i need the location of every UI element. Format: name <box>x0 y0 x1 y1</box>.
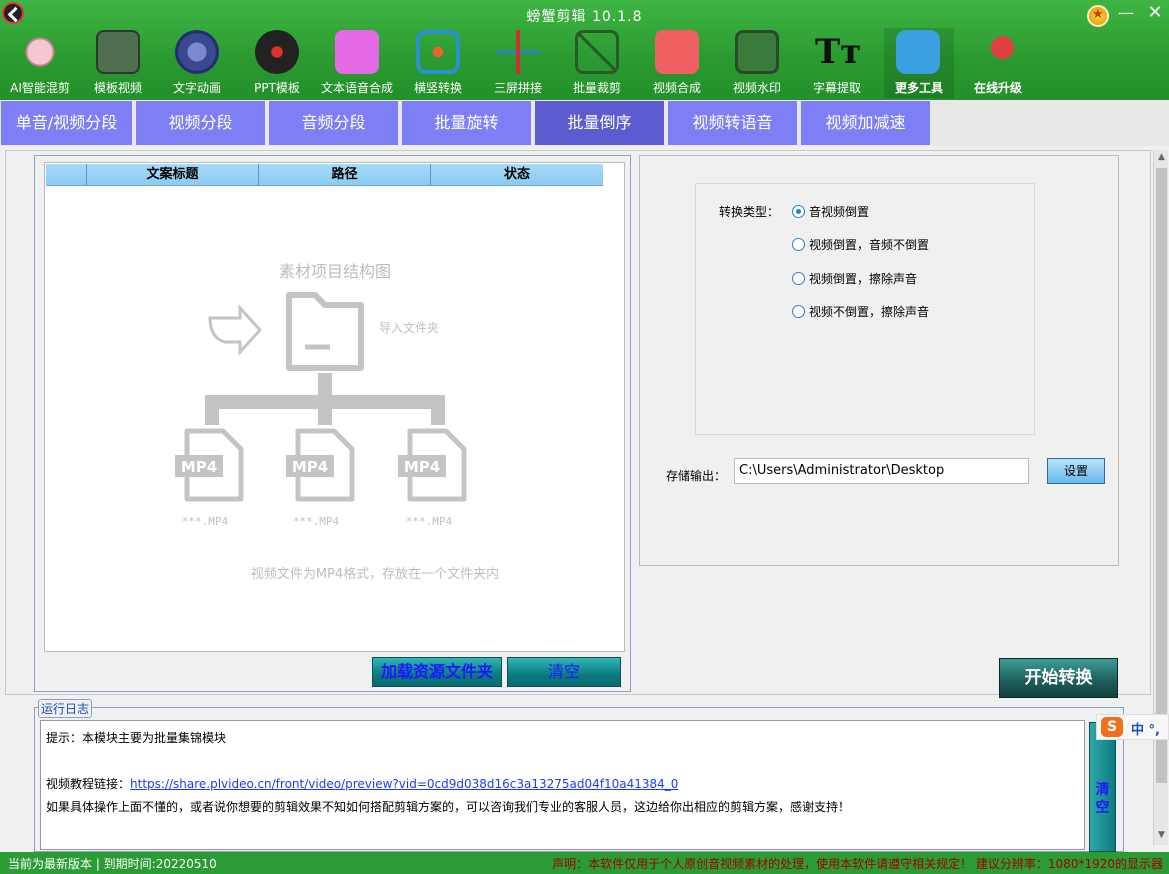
tab-video-to-audio[interactable]: 视频转语音 <box>668 101 797 145</box>
log-line: 提示：本模块主要为批量集锦模块 <box>46 731 227 745</box>
diagram-title: 素材项目结构图 <box>278 262 391 281</box>
clear-log-button[interactable]: 清空 <box>1089 722 1116 852</box>
tab-video-segment[interactable]: 视频分段 <box>136 101 265 145</box>
log-area[interactable]: 提示：本模块主要为批量集锦模块 视频教程链接：https://share.plv… <box>40 720 1085 850</box>
tool-ai-mix[interactable]: AI智能混剪 <box>0 28 80 98</box>
column-header-title[interactable]: 文案标题 <box>86 164 258 186</box>
orientation-convert-icon <box>416 30 460 74</box>
output-label: 存储输出： <box>666 469 727 483</box>
mp4-caption: ***.MP4 <box>181 515 229 528</box>
text-to-speech-icon <box>335 30 379 74</box>
radio-keep-video-mute[interactable]: 视频不倒置，擦除声音 <box>792 303 929 320</box>
tool-orientation-convert[interactable]: 横竖转换 <box>398 28 478 98</box>
tab-single-av-segment[interactable]: 单音/视频分段 <box>1 101 132 145</box>
online-upgrade-icon <box>976 30 1020 74</box>
output-path-field[interactable]: C:\Users\Administrator\Desktop <box>734 458 1029 484</box>
radio-icon[interactable] <box>792 305 805 318</box>
mp4-badge: MP4 <box>404 458 440 476</box>
tutorial-link[interactable]: https://share.plvideo.cn/front/video/pre… <box>130 777 678 791</box>
video-watermark-icon <box>735 30 779 74</box>
settings-button[interactable]: 设置 <box>1047 458 1105 484</box>
tool-batch-crop[interactable]: 批量裁剪 <box>557 28 637 98</box>
template-video-icon <box>96 30 140 74</box>
load-folder-button[interactable]: 加载资源文件夹 <box>372 657 502 687</box>
folder-tree-illustration: MP4 MP4 MP4 <box>175 292 467 502</box>
log-line: 视频教程链接：https://share.plvideo.cn/front/vi… <box>46 775 678 792</box>
sogou-ime-icon: S <box>1101 717 1123 737</box>
tool-text-to-speech[interactable]: 文本语音合成 <box>317 28 397 98</box>
ppt-template-icon <box>255 30 299 74</box>
tab-video-speed[interactable]: 视频加减速 <box>801 101 930 145</box>
ai-mix-icon <box>18 30 62 74</box>
mp4-badge: MP4 <box>181 458 217 476</box>
scroll-down-icon[interactable]: ▼ <box>1154 830 1169 845</box>
table-header: 文案标题 路径 状态 <box>46 164 603 186</box>
radio-icon[interactable] <box>792 238 805 251</box>
minimize-button[interactable]: — <box>1114 2 1138 24</box>
close-button[interactable]: ✕ <box>1143 2 1167 24</box>
ime-indicator[interactable]: S 中 °, <box>1096 714 1169 740</box>
radio-reverse-video-keep-audio[interactable]: 视频倒置，音频不倒置 <box>792 236 929 253</box>
radio-reverse-video-mute[interactable]: 视频倒置，擦除声音 <box>792 270 917 287</box>
radio-selected-icon[interactable] <box>792 205 805 218</box>
tool-template-video[interactable]: 模板视频 <box>78 28 158 98</box>
arrow-right-icon <box>208 304 263 356</box>
folder-icon <box>286 292 364 371</box>
disclaimer-text: 声明：本软件仅用于个人原创音视频素材的处理，使用本软件请遵守相关规定！ 建议分辨… <box>552 857 1163 871</box>
log-link-label: 视频教程链接： <box>46 777 131 791</box>
start-convert-button[interactable]: 开始转换 <box>999 658 1118 698</box>
window-title: 螃蟹剪辑 10.1.8 <box>526 9 643 25</box>
radio-icon[interactable] <box>792 272 805 285</box>
radio-reverse-av[interactable]: 音视频倒置 <box>792 203 869 220</box>
column-header-path[interactable]: 路径 <box>258 164 430 186</box>
vertical-scrollbar[interactable]: ▲ ▼ <box>1153 150 1168 845</box>
tool-video-watermark[interactable]: 视频水印 <box>717 28 797 98</box>
tab-batch-rotate[interactable]: 批量旋转 <box>402 101 531 145</box>
convert-type-label: 转换类型： <box>719 205 780 219</box>
log-legend: 运行日志 <box>38 699 93 718</box>
scroll-thumb[interactable] <box>1156 168 1167 783</box>
log-line: 如果具体操作上面不懂的，或者说你想要的剪辑效果不知如何搭配剪辑方案的，可以咨询我… <box>46 800 851 814</box>
tab-batch-reverse[interactable]: 批量倒序 <box>535 101 664 145</box>
module-tabs: 单音/视频分段 视频分段 音频分段 批量旋转 批量倒序 视频转语音 视频加减速 <box>0 100 1169 146</box>
mp4-caption: ***.MP4 <box>405 515 453 528</box>
ime-mode-label: 中 °, <box>1131 723 1160 738</box>
version-expiry-status: 当前为最新版本 | 到期时间:20220510 <box>8 857 217 871</box>
triple-screen-icon <box>496 30 540 74</box>
tool-video-compose[interactable]: 视频合成 <box>637 28 717 98</box>
tool-online-upgrade[interactable]: 在线升级 <box>958 28 1038 98</box>
file-table[interactable]: 文案标题 路径 状态 素材项目结构图 MP4 MP4 MP4 导入文件夹 ***… <box>44 162 625 652</box>
app-window: { "window": { "title": "螃蟹剪辑 10.1.8", "m… <box>0 0 1169 874</box>
scroll-up-icon[interactable]: ▲ <box>1154 152 1169 167</box>
structure-diagram: 素材项目结构图 MP4 MP4 MP4 导入文件夹 ***.MP4 ***.MP… <box>165 253 585 593</box>
subtitle-extract-icon: Tт <box>815 32 862 72</box>
tool-ppt-template[interactable]: PPT模板 <box>237 28 317 98</box>
title-toolbar: 螃蟹剪辑 10.1.8 — ✕ AI智能混剪 模板视频 文字动画 PPT模板 文… <box>0 0 1169 100</box>
medal-icon[interactable] <box>1087 5 1109 27</box>
column-header-index <box>46 164 86 186</box>
tool-more-tools[interactable]: 更多工具 <box>884 28 954 98</box>
column-header-status[interactable]: 状态 <box>430 164 603 186</box>
tool-subtitle-extract[interactable]: Tт 字幕提取 <box>797 28 877 98</box>
format-hint: 视频文件为MP4格式，存放在一个文件夹内 <box>250 567 500 582</box>
batch-crop-icon <box>575 30 619 74</box>
mp4-caption: ***.MP4 <box>292 515 340 528</box>
clear-list-button[interactable]: 清空 <box>507 657 621 687</box>
more-tools-icon <box>896 30 940 74</box>
text-animation-icon <box>175 30 219 74</box>
tool-triple-screen[interactable]: 三屏拼接 <box>478 28 558 98</box>
import-folder-label: 导入文件夹 <box>379 321 440 335</box>
tool-text-animation[interactable]: 文字动画 <box>157 28 237 98</box>
video-compose-icon <box>655 30 699 74</box>
tab-audio-segment[interactable]: 音频分段 <box>269 101 398 145</box>
mp4-badge: MP4 <box>292 458 328 476</box>
status-bar: 当前为最新版本 | 到期时间:20220510 声明：本软件仅用于个人原创音视频… <box>0 852 1169 874</box>
